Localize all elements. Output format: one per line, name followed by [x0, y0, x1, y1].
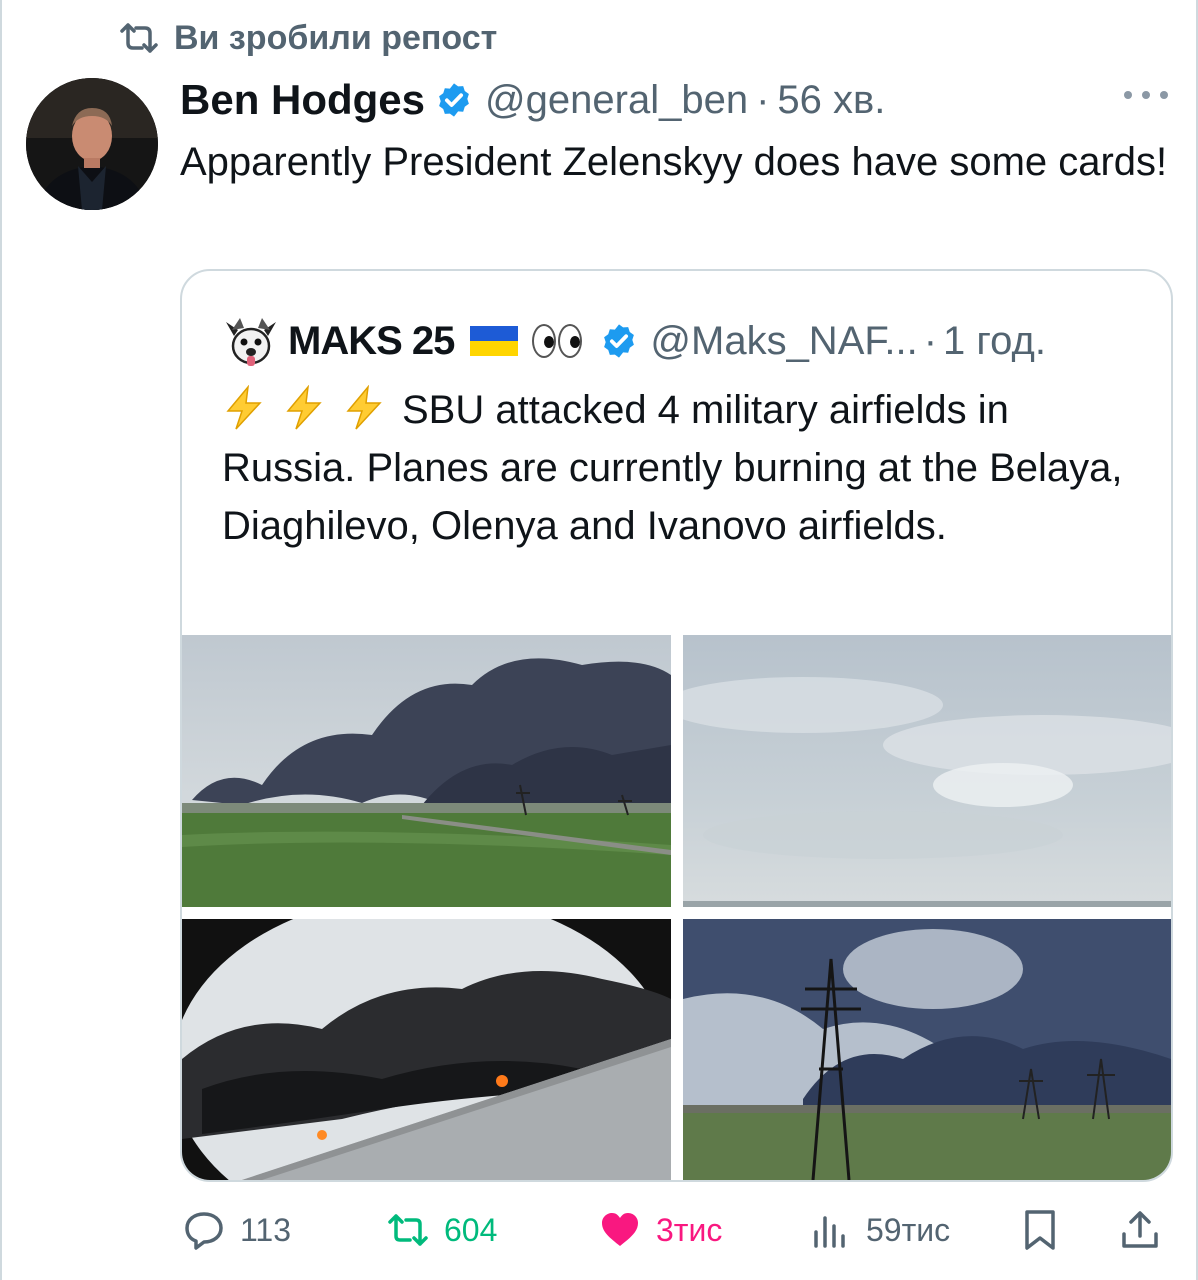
quoted-tweet-card[interactable]: MAKS 25 @Maks_NAF... · 1 год. SBU attack…	[180, 269, 1173, 1182]
share-icon	[1122, 1211, 1158, 1248]
quoted-header-separator: ·	[923, 318, 938, 363]
tweet-action-bar: 113 604 3тис 59тис	[180, 1200, 1170, 1260]
like-button[interactable]: 3тис	[598, 1200, 722, 1260]
frame-border-left	[0, 0, 2, 1280]
author-handle[interactable]: @general_ben	[485, 78, 748, 123]
repost-icon	[120, 23, 158, 53]
media-photo-3[interactable]	[182, 919, 671, 1180]
bookmark-button[interactable]	[1018, 1200, 1062, 1260]
verified-badge-icon[interactable]	[435, 81, 473, 119]
lightning-icon	[226, 385, 262, 430]
lightning-icon	[346, 385, 382, 430]
lightning-icon	[286, 385, 322, 430]
media-photo-4[interactable]	[683, 919, 1171, 1180]
quoted-author-name[interactable]: MAKS 25	[288, 319, 455, 364]
bookmark-icon	[1025, 1210, 1055, 1250]
quoted-author-handle[interactable]: @Maks_NAF...	[650, 319, 917, 364]
heart-filled-icon	[602, 1213, 638, 1246]
quoted-tweet-header: MAKS 25 @Maks_NAF... · 1 год.	[222, 312, 1046, 370]
tweet-text: Apparently President Zelenskyy does have…	[180, 140, 1168, 184]
repost-banner[interactable]: Ви зробили репост	[118, 18, 497, 58]
reply-icon	[185, 1212, 223, 1250]
views-button[interactable]: 59тис	[808, 1200, 950, 1260]
quoted-author-avatar[interactable]	[222, 312, 280, 370]
repost-active-icon	[388, 1214, 428, 1246]
reply-button[interactable]: 113	[182, 1200, 291, 1260]
eyes-icon	[532, 324, 583, 358]
views-count: 59тис	[866, 1211, 951, 1248]
media-photo-1[interactable]	[182, 635, 671, 907]
quoted-tweet-text: SBU attacked 4 military airfields in Rus…	[222, 381, 1142, 555]
media-grid	[182, 635, 1171, 1180]
repost-button[interactable]: 604	[386, 1200, 497, 1260]
repost-count: 604	[444, 1211, 498, 1248]
author-name[interactable]: Ben Hodges	[180, 76, 425, 124]
header-separator: ·	[756, 77, 770, 122]
repost-banner-text: Ви зробили репост	[174, 18, 498, 57]
tweet-header: Ben Hodges @general_ben · 56 хв.	[180, 72, 885, 128]
share-button[interactable]	[1118, 1200, 1162, 1260]
author-avatar[interactable]	[26, 78, 158, 210]
reply-count: 113	[240, 1211, 292, 1248]
views-icon	[814, 1216, 845, 1248]
ukraine-flag-icon	[470, 326, 519, 356]
media-photo-2[interactable]	[683, 635, 1171, 907]
quoted-timestamp[interactable]: 1 год.	[943, 319, 1046, 364]
tweet-timestamp[interactable]: 56 хв.	[777, 78, 885, 123]
more-options-icon[interactable]	[1124, 80, 1168, 110]
quoted-verified-badge-icon[interactable]	[600, 322, 638, 360]
like-count: 3тис	[656, 1211, 723, 1248]
